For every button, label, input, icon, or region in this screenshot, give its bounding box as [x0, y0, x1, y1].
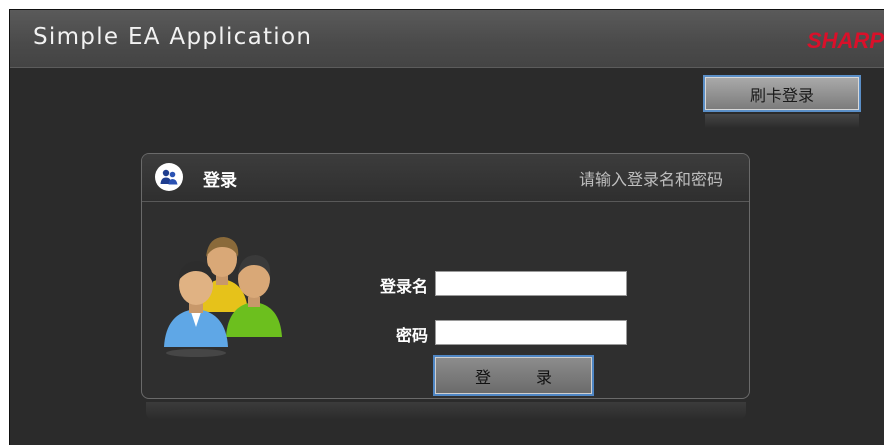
password-label: 密码 [395, 326, 428, 345]
button-reflection [705, 114, 859, 128]
app-title: Simple EA Application [33, 24, 313, 50]
username-label: 登录名 [379, 277, 428, 296]
application-window: Simple EA Application SHARP 刷卡登录 登录 请输入登… [9, 9, 884, 445]
login-hint: 请输入登录名和密码 [578, 170, 723, 189]
login-panel: 登录 请输入登录名和密码 登录名 密码 登 录 [141, 153, 750, 399]
users-illustration [156, 217, 286, 357]
login-panel-header: 登录 请输入登录名和密码 [142, 154, 749, 202]
brand-logo: SHARP [806, 28, 884, 53]
panel-reflection [146, 402, 746, 420]
username-input[interactable] [435, 271, 627, 296]
login-submit-button[interactable]: 登 录 [433, 355, 594, 396]
title-bar: Simple EA Application SHARP [10, 10, 884, 68]
password-input[interactable] [435, 320, 627, 345]
users-icon [155, 163, 183, 191]
login-panel-title: 登录 [203, 171, 237, 191]
card-login-button[interactable]: 刷卡登录 [703, 75, 861, 112]
